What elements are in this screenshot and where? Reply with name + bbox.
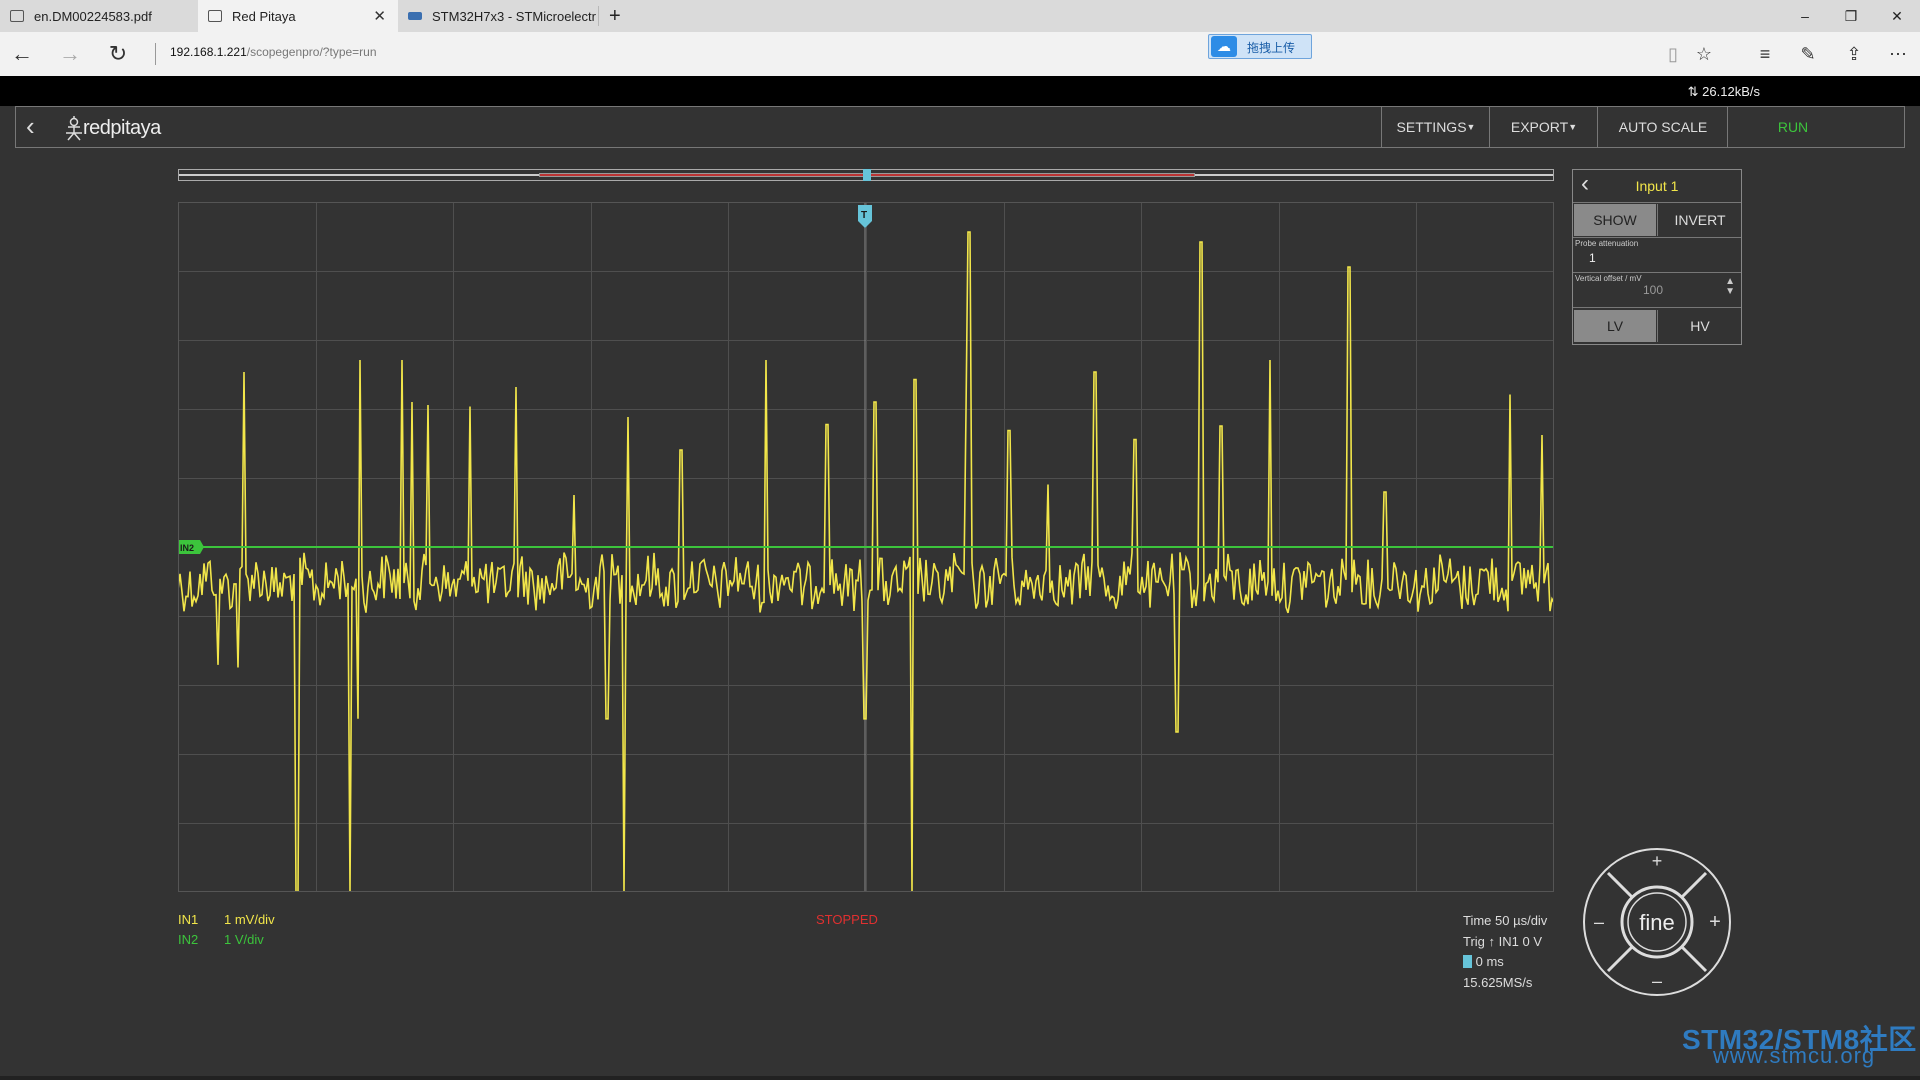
forward-arrow-icon[interactable]: → — [50, 32, 90, 76]
fine-control-knob[interactable]: fine + – – + — [1582, 846, 1732, 998]
settings-menu[interactable]: SETTINGS ▼ — [1381, 107, 1490, 147]
trigger-time-info: 0 ms — [1463, 952, 1547, 973]
transfer-rate-value: 26.12kB/s — [1702, 84, 1760, 99]
hub-icon[interactable]: ≡ — [1747, 32, 1783, 76]
web-note-icon[interactable]: ✎ — [1790, 32, 1826, 76]
probe-value[interactable]: 1 — [1589, 251, 1596, 265]
export-label: EXPORT — [1510, 119, 1569, 135]
url-path: /scopegenpro/?type=run — [246, 45, 377, 59]
tab-label: STM32H7x3 - STMicroelectr — [432, 8, 596, 24]
probe-row[interactable]: Probe attenuation 1 — [1573, 238, 1741, 273]
buffer-bar[interactable] — [178, 169, 1554, 181]
buffer-trigger-marker[interactable] — [863, 169, 871, 181]
lv-hv-row: LV HV — [1573, 308, 1741, 344]
address-divider — [155, 43, 156, 65]
browser-tab-bar: en.DM00224583.pdf Red Pitaya ✕ STM32H7x3… — [0, 0, 1920, 32]
in1-name: IN1 — [178, 912, 199, 927]
more-icon[interactable]: ⋯ — [1880, 32, 1916, 76]
plus-icon: + — [609, 4, 621, 27]
in2-name: IN2 — [178, 932, 199, 947]
rising-edge-icon: ↑ — [1488, 933, 1496, 949]
lv-button[interactable]: LV — [1574, 310, 1656, 342]
knob-right-plus[interactable]: + — [1709, 911, 1721, 933]
export-menu[interactable]: EXPORT ▼ — [1489, 107, 1598, 147]
invert-button[interactable]: INVERT — [1657, 204, 1742, 236]
in2-scale: 1 V/div — [224, 932, 264, 947]
upload-extension-label: 拖拽上传 — [1247, 41, 1296, 55]
in1-legend: IN1 1 mV/div — [178, 912, 275, 927]
trigger-info: Trig ↑ IN1 0 V — [1463, 932, 1547, 953]
in2-marker[interactable]: IN2 — [178, 540, 204, 554]
in2-legend: IN2 1 V/div — [178, 932, 264, 947]
tab-separator — [598, 6, 599, 26]
document-icon — [10, 10, 24, 22]
knob-up-plus[interactable]: + — [1652, 851, 1663, 871]
show-invert-row: SHOW INVERT — [1573, 203, 1741, 238]
back-chevron-icon[interactable]: ‹ — [26, 111, 35, 142]
panel-header: ‹ Input 1 — [1573, 170, 1741, 203]
hv-button[interactable]: HV — [1657, 310, 1742, 342]
timebase-info: Time 50 µs/div Trig ↑ IN1 0 V 0 ms 15.62… — [1463, 911, 1547, 993]
share-icon[interactable]: ⇪ — [1836, 32, 1872, 76]
close-window-button[interactable]: ✕ — [1874, 0, 1920, 32]
run-button[interactable]: RUN — [1727, 107, 1858, 147]
app-header: ‹ redpitaya SETTINGS ▼ EXPORT ▼ AUTO SCALE… — [15, 106, 1905, 148]
knob-left-minus[interactable]: – — [1594, 912, 1604, 932]
fine-label[interactable]: fine — [1639, 910, 1674, 935]
probe-label: Probe attenuation — [1575, 239, 1639, 248]
in1-scale: 1 mV/div — [224, 912, 275, 927]
offset-row: Vertical offset / mV 100 ▲ ▼ — [1573, 273, 1741, 308]
knob-down-minus[interactable]: – — [1652, 971, 1662, 991]
tab-label: Red Pitaya — [232, 8, 296, 24]
trig-source: IN1 0 V — [1498, 933, 1543, 949]
redpitaya-logo-icon — [66, 116, 82, 141]
restore-button[interactable]: ❐ — [1828, 0, 1874, 32]
offset-stepper-icon[interactable]: ▲ ▼ — [1725, 277, 1735, 297]
offset-input[interactable]: 100 — [1643, 283, 1663, 297]
new-tab-button[interactable]: + — [603, 0, 633, 32]
address-bar-row: ← → ↻ 192.168.1.221/scopegenpro/?type=ru… — [0, 32, 1920, 76]
tab-stm32[interactable]: STM32H7x3 - STMicroelectr — [398, 0, 598, 32]
transfer-rate: ⇅ 26.12kB/s — [1688, 84, 1760, 100]
show-button[interactable]: SHOW — [1574, 204, 1656, 236]
tab-red-pitaya[interactable]: Red Pitaya ✕ — [198, 0, 398, 32]
refresh-icon[interactable]: ↻ — [98, 32, 138, 76]
time-per-div: Time 50 µs/div — [1463, 913, 1548, 928]
cloud-icon: ☁ — [1211, 36, 1237, 57]
tab-label: en.DM00224583.pdf — [34, 8, 152, 24]
in2-marker-label: IN2 — [180, 543, 194, 553]
trigger-small-icon — [1463, 955, 1472, 968]
tab-pdf[interactable]: en.DM00224583.pdf — [0, 0, 198, 32]
trigger-marker[interactable]: T — [858, 205, 872, 228]
taskbar-edge — [0, 1076, 1920, 1080]
url-field[interactable]: 192.168.1.221/scopegenpro/?type=run — [170, 45, 377, 59]
url-host: 192.168.1.221 — [170, 45, 247, 59]
trigger-marker-label: T — [861, 210, 867, 221]
upload-extension-button[interactable]: ☁ 拖拽上传 — [1208, 34, 1312, 59]
input1-panel: ‹ Input 1 SHOW INVERT Probe attenuation … — [1572, 169, 1742, 345]
status-strip: ⇅ 26.12kB/s — [0, 76, 1920, 106]
caret-down-icon: ▼ — [1466, 122, 1476, 132]
close-tab-icon[interactable]: ✕ — [373, 7, 386, 25]
page-icon — [208, 10, 222, 22]
panel-title: Input 1 — [1635, 178, 1679, 194]
offset-label: Vertical offset / mV — [1575, 274, 1642, 283]
brand-name: redpitaya — [83, 117, 161, 139]
transfer-arrows-icon: ⇅ — [1687, 84, 1699, 99]
trig-label: Trig — [1463, 933, 1485, 949]
caret-down-icon: ▼ — [1568, 122, 1578, 132]
settings-label: SETTINGS — [1396, 119, 1467, 135]
st-logo-icon — [408, 12, 422, 20]
autoscale-button[interactable]: AUTO SCALE — [1597, 107, 1728, 147]
trig-time: 0 ms — [1475, 954, 1504, 969]
back-arrow-icon[interactable]: ← — [2, 32, 42, 76]
watermark-url: www.stmcu.org — [1713, 1043, 1876, 1068]
oscilloscope-plot[interactable]: IN2 T — [178, 202, 1554, 892]
favorite-star-icon[interactable]: ☆ — [1686, 32, 1722, 76]
sample-rate: 15.625MS/s — [1463, 974, 1533, 990]
minimize-button[interactable]: – — [1782, 0, 1828, 32]
acquisition-status: STOPPED — [816, 912, 878, 927]
